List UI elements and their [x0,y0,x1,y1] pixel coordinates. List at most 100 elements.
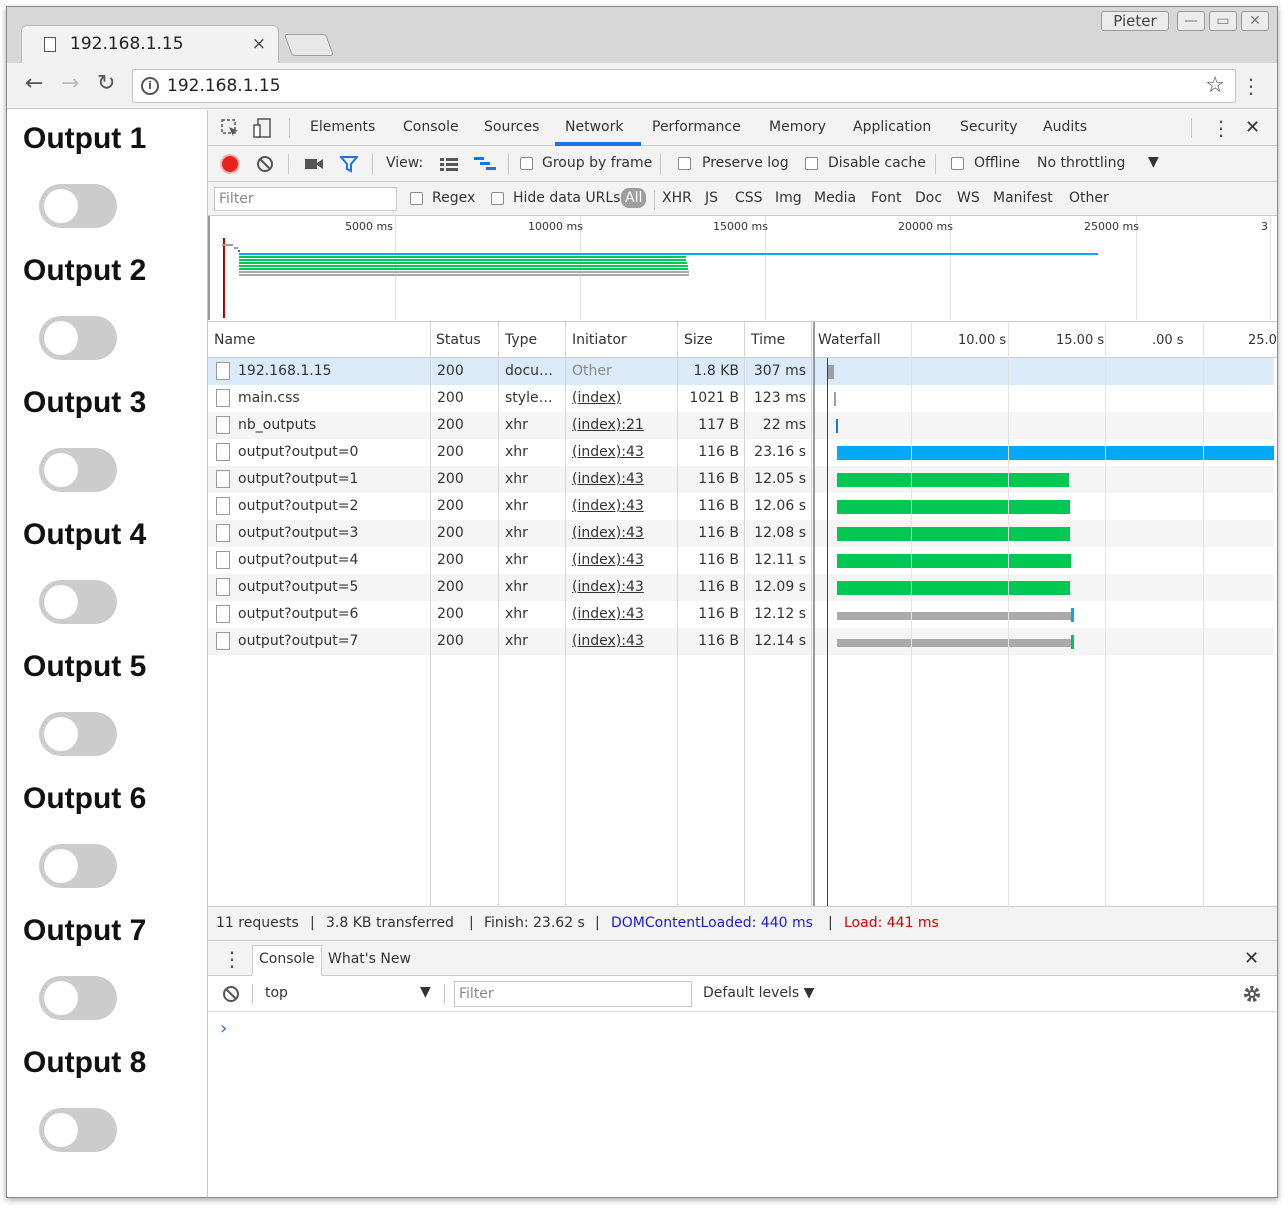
request-initiator[interactable]: (index):43 [572,606,644,622]
regex-checkbox[interactable] [410,192,423,205]
address-bar[interactable]: i 192.168.1.15 ☆ [132,69,1236,103]
type-filter-ws[interactable]: WS [957,190,980,206]
type-filter-xhr[interactable]: XHR [662,190,692,206]
output-toggle-switch[interactable] [39,580,117,624]
devtools-tab-performance[interactable]: Performance [652,119,741,135]
request-name[interactable]: output?output=0 [238,444,358,460]
toggle-knob[interactable] [44,717,78,751]
console-prompt-icon[interactable]: › [220,1018,227,1039]
restore-button[interactable]: ▭ [1209,11,1237,31]
type-filter-all[interactable]: All [621,188,647,208]
column-header-waterfall[interactable]: Waterfall [818,332,881,348]
new-tab-button[interactable] [283,34,335,56]
request-initiator[interactable]: (index):43 [572,471,644,487]
request-initiator[interactable]: (index):43 [572,633,644,649]
console-filter-input[interactable]: Filter [454,981,692,1007]
request-name[interactable]: output?output=7 [238,633,358,649]
drawer-close-icon[interactable]: ✕ [1244,948,1259,969]
clear-icon[interactable] [256,155,274,173]
tab-close-icon[interactable]: × [252,34,266,54]
table-row[interactable]: output?output=2 200 xhr (index):43 116 B 12.0… [208,493,1274,520]
browser-menu-icon[interactable]: ⋮ [1241,76,1261,96]
disable-cache-checkbox[interactable] [805,157,818,170]
devtools-tab-application[interactable]: Application [853,119,931,135]
drawer-tab-whats-new[interactable]: What's New [328,951,411,967]
close-window-button[interactable]: ✕ [1241,11,1269,31]
preserve-log-checkbox[interactable] [678,157,691,170]
request-name[interactable]: main.css [238,390,300,406]
bookmark-star-icon[interactable]: ☆ [1205,73,1225,98]
table-row[interactable]: output?output=5 200 xhr (index):43 116 B 12.0… [208,574,1274,601]
devtools-close-icon[interactable]: ✕ [1245,117,1260,138]
hide-data-urls-checkbox[interactable] [491,192,504,205]
devtools-tab-console[interactable]: Console [403,119,459,135]
type-filter-css[interactable]: CSS [735,190,763,206]
column-header-type[interactable]: Type [505,332,537,348]
minimize-button[interactable]: — [1177,11,1205,31]
request-initiator[interactable]: (index):43 [572,579,644,595]
table-row[interactable]: 192.168.1.15 200 docu… Other 1.8 KB 307 ms [208,358,1274,385]
column-header-name[interactable]: Name [214,332,255,348]
table-row[interactable]: output?output=3 200 xhr (index):43 116 B 12.0… [208,520,1274,547]
devtools-tab-network[interactable]: Network [565,119,623,135]
network-filter-input[interactable]: Filter [214,187,397,211]
profile-button[interactable]: Pieter [1101,11,1169,31]
request-name[interactable]: output?output=4 [238,552,358,568]
request-name[interactable]: nb_outputs [238,417,316,433]
request-initiator[interactable]: (index):43 [572,552,644,568]
toggle-knob[interactable] [44,585,78,619]
output-toggle-switch[interactable] [39,844,117,888]
drawer-menu-icon[interactable]: ⋮ [222,949,242,969]
column-header-status[interactable]: Status [436,332,481,348]
devtools-tab-audits[interactable]: Audits [1043,119,1087,135]
type-filter-js[interactable]: JS [705,190,718,206]
back-icon[interactable]: ← [25,71,43,96]
type-filter-manifest[interactable]: Manifest [993,190,1053,206]
device-toolbar-icon[interactable] [252,117,274,139]
table-row[interactable]: nb_outputs 200 xhr (index):21 117 B 22 ms [208,412,1274,439]
console-settings-gear-icon[interactable] [1242,984,1262,1004]
table-row[interactable]: output?output=1 200 xhr (index):43 116 B 12.0… [208,466,1274,493]
browser-tab[interactable]: 192.168.1.15 × [21,25,279,63]
large-rows-icon[interactable] [440,157,458,171]
table-row[interactable]: output?output=4 200 xhr (index):43 116 B 12.1… [208,547,1274,574]
table-row[interactable]: main.css 200 style… (index) 1021 B 123 ms [208,385,1274,412]
toggle-knob[interactable] [44,189,78,223]
request-name[interactable]: output?output=2 [238,498,358,514]
output-toggle-switch[interactable] [39,448,117,492]
screenshot-camera-icon[interactable] [304,157,324,171]
request-initiator[interactable]: (index) [572,390,621,406]
devtools-tab-memory[interactable]: Memory [769,119,826,135]
request-initiator[interactable]: (index):43 [572,444,644,460]
throttling-select[interactable]: No throttling [1037,155,1125,171]
log-levels-select[interactable]: Default levels ▼ [703,985,814,1001]
devtools-tab-security[interactable]: Security [960,119,1018,135]
info-icon[interactable]: i [141,77,159,95]
column-header-initiator[interactable]: Initiator [572,332,627,348]
toggle-knob[interactable] [44,981,78,1015]
forward-icon[interactable]: → [61,71,79,96]
output-toggle-switch[interactable] [39,1108,117,1152]
type-filter-media[interactable]: Media [814,190,856,206]
request-name[interactable]: output?output=1 [238,471,358,487]
request-name[interactable]: output?output=3 [238,525,358,541]
type-filter-doc[interactable]: Doc [915,190,942,206]
output-toggle-switch[interactable] [39,976,117,1020]
devtools-menu-icon[interactable]: ⋮ [1211,118,1231,138]
request-name[interactable]: output?output=5 [238,579,358,595]
toggle-knob[interactable] [44,453,78,487]
request-initiator[interactable]: (index):43 [572,498,644,514]
drawer-tab-console[interactable]: Console [252,945,322,976]
console-clear-icon[interactable] [222,985,240,1003]
context-dropdown-icon[interactable]: ▼ [420,984,431,1000]
type-filter-other[interactable]: Other [1069,190,1109,206]
output-toggle-switch[interactable] [39,184,117,228]
record-icon[interactable] [222,156,238,172]
table-row[interactable]: output?output=0 200 xhr (index):43 116 B 23.1… [208,439,1274,466]
waterfall-overview-icon[interactable] [474,156,498,172]
request-initiator[interactable]: (index):21 [572,417,644,433]
filter-icon[interactable] [340,155,358,173]
type-filter-font[interactable]: Font [871,190,901,206]
devtools-tab-sources[interactable]: Sources [484,119,539,135]
request-name[interactable]: output?output=6 [238,606,358,622]
